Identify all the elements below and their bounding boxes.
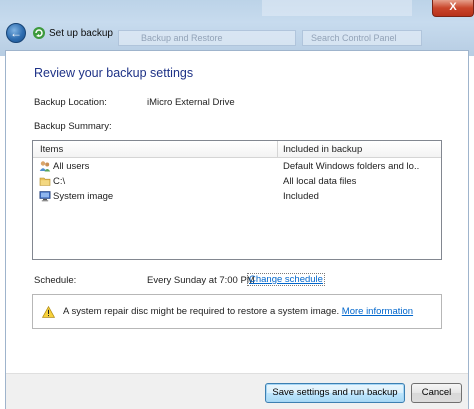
more-information-link[interactable]: More information <box>342 306 413 317</box>
backup-location-value: iMicro External Drive <box>147 97 235 108</box>
column-divider[interactable] <box>277 141 278 157</box>
window-titlebar: Backup and Restore Search Control Panel … <box>0 0 474 56</box>
content-pane: Review your backup settings Backup Locat… <box>5 50 469 409</box>
warning-box: A system repair disc might be required t… <box>32 294 442 329</box>
item-name: C:\ <box>53 176 66 187</box>
list-item[interactable]: C:\ All local data files <box>33 174 441 189</box>
background-window-tab <box>262 0 412 16</box>
change-schedule-link[interactable]: Change schedule <box>247 273 325 286</box>
schedule-label: Schedule: <box>34 275 77 286</box>
save-and-run-backup-button[interactable]: Save settings and run backup <box>265 383 405 403</box>
warning-message: A system repair disc might be required t… <box>63 306 413 317</box>
list-item[interactable]: System image Included <box>33 189 441 204</box>
button-bar: Save settings and run backup Cancel <box>6 373 468 409</box>
item-included: All local data files <box>283 176 357 187</box>
item-name: System image <box>53 191 114 202</box>
item-name: All users <box>53 161 90 172</box>
background-address-bar: Backup and Restore <box>118 30 296 46</box>
item-included: Included <box>283 191 319 202</box>
system-image-icon <box>39 191 51 202</box>
warning-icon <box>42 306 55 318</box>
background-search-box: Search Control Panel <box>302 30 422 46</box>
drive-icon <box>39 177 51 186</box>
column-header-items[interactable]: Items <box>40 144 63 155</box>
list-item[interactable]: All users Default Windows folders and lo… <box>33 159 441 174</box>
list-header: Items Included in backup <box>33 141 441 158</box>
column-header-included[interactable]: Included in backup <box>283 144 362 155</box>
warning-text: A system repair disc might be required t… <box>63 306 340 317</box>
back-arrow-icon[interactable]: ← <box>6 23 26 43</box>
backup-location-label: Backup Location: <box>34 97 107 108</box>
item-included: Default Windows folders and lo... <box>283 161 419 172</box>
page-heading: Review your backup settings <box>34 66 194 80</box>
backup-summary-list[interactable]: Items Included in backup All users Defau… <box>32 140 442 260</box>
close-button[interactable]: X <box>432 0 474 17</box>
backup-app-icon <box>33 27 45 39</box>
users-icon <box>39 161 51 172</box>
window-title: Set up backup <box>49 28 113 39</box>
backup-summary-label: Backup Summary: <box>34 121 112 132</box>
cancel-button[interactable]: Cancel <box>411 383 462 403</box>
schedule-value: Every Sunday at 7:00 PM <box>147 275 255 286</box>
